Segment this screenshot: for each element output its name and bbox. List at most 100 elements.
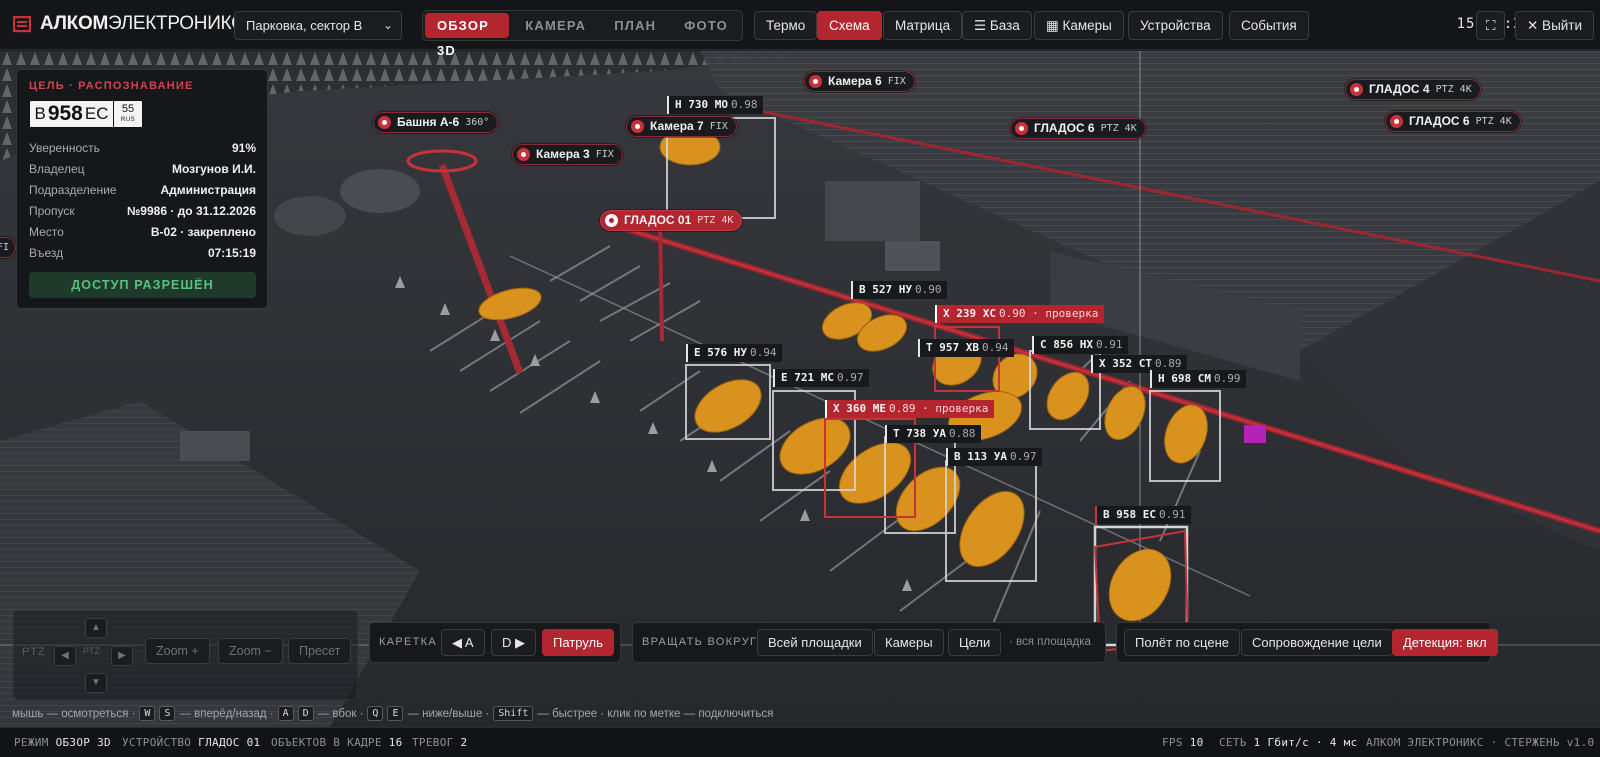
target-panel: ЦЕЛЬ · РАСПОЗНАВАНИЕ В 958 ЕС 55 RUS Уве… [16,69,268,309]
logo: АЛКОМЭЛЕКТРОНИКС [12,13,245,35]
status-mode: РЕЖИМ ОБЗОР 3D [14,736,111,749]
plate-tag[interactable]: С 856 НХ 0.91 [1032,336,1129,354]
mode-group: Полёт по сцене Сопровождение цели Детекц… [1116,622,1498,663]
target-panel-title: ЦЕЛЬ · РАСПОЗНАВАНИЕ [29,80,194,92]
tab-camera[interactable]: КАМЕРА [513,13,598,38]
camera-icon [1015,122,1028,135]
keyboard-hints: мышь — осмотреться · W S — вперёд/назад … [12,706,774,721]
key-w: W [139,706,156,721]
site-select[interactable]: Парковка, сектор B ⌄ [234,11,402,40]
orbit-targets-button[interactable]: Цели [948,629,1002,656]
detail-row: Подразделение Администрация [29,183,256,197]
detection-toggle[interactable]: Детекция: вкл [1392,629,1498,656]
camera-marker-camera-6[interactable]: Камера 6 FIX [804,71,915,92]
scheme-button[interactable]: Схема [817,11,882,40]
plate-tag[interactable]: Н 698 СМ 0.99 [1150,370,1247,388]
ptz-up-button[interactable]: ▲ [85,618,107,638]
cameras-button[interactable]: ▦ Камеры [1034,11,1124,40]
matrix-button[interactable]: Матрица [883,11,963,40]
plate-tag[interactable]: В 113 УА 0.97 [946,448,1043,466]
camera-marker-glados-6[interactable]: ГЛАДОС 6 PTZ 4K [1010,118,1146,139]
key-shift: Shift [493,706,534,721]
control-strip: PTZ ▲ ◀ PTZ ▶ ▼ Zoom + Zoom − Пресет КАР… [0,603,1600,703]
status-version: АЛКОМ ЭЛЕКТРОНИКС · СТЕРЖЕНЬ v1.0 [1366,736,1595,749]
plate-tag[interactable]: Е 721 МС 0.97 [773,369,870,387]
key-s: S [159,706,176,721]
plate-tag[interactable]: Е 576 НУ 0.94 [686,344,783,362]
brand-icon [12,14,32,34]
key-a: A [277,706,294,721]
plate-tag-alarm[interactable]: Х 360 МЕ 0.89 · проверка [825,400,995,418]
tab-overview-3d[interactable]: ОБЗОР 3D [425,13,510,58]
top-bar: АЛКОМЭЛЕКТРОНИКС Парковка, сектор B ⌄ ОБ… [0,0,1600,58]
camera-marker-camera-7[interactable]: Камера 7 FIX [626,116,737,137]
carriage-group: КАРЕТКА ◀ A D ▶ Патруль [369,622,621,663]
camera-marker-camera-3[interactable]: Камера 3 FIX [512,144,623,165]
events-button[interactable]: События [1229,11,1309,40]
patrol-button[interactable]: Патруль [542,629,614,656]
scene-flight-button[interactable]: Полёт по сцене [1124,629,1240,656]
camera-marker-glados-01[interactable]: ГЛАДОС 01 PTZ 4K [600,210,743,231]
status-fps: FPS 10 [1162,736,1204,749]
ptz-center-label: PTZ [83,646,100,656]
status-device: УСТРОЙСТВО ГЛАДОС 01 [122,736,261,749]
preset-button[interactable]: Пресет [288,638,352,664]
camera-icon [809,75,822,88]
ptz-panel: PTZ ▲ ◀ PTZ ▶ ▼ Zoom + Zoom − Пресет [13,610,358,700]
camera-icon [1350,83,1363,96]
zoom-in-button[interactable]: Zoom + [145,638,210,664]
camera-marker-glados-4[interactable]: ГЛАДОС 4 PTZ 4K [1345,79,1481,100]
orbit-all-button[interactable]: Всей площадки [757,629,873,656]
access-status-badge: ДОСТУП РАЗРЕШЁН [29,272,256,298]
detail-row: Место B-02 · закреплено [29,225,256,239]
thermo-button[interactable]: Термо [754,11,818,40]
ptz-right-button[interactable]: ▶ [111,646,133,666]
fullscreen-button[interactable]: ⛶ [1476,11,1506,40]
camera-icon [517,148,530,161]
ptz-down-button[interactable]: ▼ [85,673,107,693]
detail-row: Уверенность 91% [29,141,256,155]
orbit-group: ВРАЩАТЬ ВОКРУГ Всей площадки Камеры Цели… [632,622,1106,663]
plate-tag[interactable]: В 527 НУ 0.90 [851,281,948,299]
key-d: D [297,706,314,721]
plate-tag[interactable]: Т 957 ХВ 0.94 [918,339,1015,357]
carriage-label: КАРЕТКА [379,636,437,648]
devices-button[interactable]: Устройства [1128,11,1223,40]
brand-name: АЛКОМЭЛЕКТРОНИКС [40,13,245,34]
orbit-hint: · вся площадка [1009,636,1091,648]
camera-icon [378,116,391,129]
orbit-cameras-button[interactable]: Камеры [874,629,944,656]
camera-icon [1390,115,1403,128]
camera-icon [605,214,618,227]
plate-tag[interactable]: Т 738 УА 0.88 [885,425,982,443]
follow-target-button[interactable]: Сопровождение цели [1241,629,1393,656]
camera-marker-tower-a6[interactable]: Башня А-6 360° [373,112,499,133]
plate-tag[interactable]: Н 730 МО 0.98 [667,96,764,114]
detail-row: Владелец Мозгунов И.И. [29,162,256,176]
carriage-left-button[interactable]: ◀ A [441,629,485,656]
ptz-left-button[interactable]: ◀ [54,646,76,666]
license-plate: В 958 ЕС 55 RUS [29,100,143,128]
exit-button[interactable]: ✕ Выйти [1515,11,1595,40]
detail-row: Пропуск №9986 · до 31.12.2026 [29,204,256,218]
carriage-right-button[interactable]: D ▶ [491,629,536,656]
status-alarms: ТРЕВОГ 2 [412,736,468,749]
plate-tag-alarm[interactable]: Х 239 ХС 0.90 · проверка [935,305,1105,323]
ptz-label: PTZ [22,646,46,658]
view-tabs: ОБЗОР 3D КАМЕРА ПЛАН ФОТО [422,10,743,58]
base-button[interactable]: ☰ База [962,11,1032,40]
chevron-down-icon: ⌄ [382,18,393,32]
camera-marker-glados-6-b[interactable]: ГЛАДОС 6 PTZ 4K [1385,111,1521,132]
status-bar: РЕЖИМ ОБЗОР 3D УСТРОЙСТВО ГЛАДОС 01 ОБЪЕ… [0,727,1600,757]
tab-plan[interactable]: ПЛАН [602,13,668,38]
key-q: Q [367,706,384,721]
zoom-out-button[interactable]: Zoom − [218,638,283,664]
status-objects: ОБЪЕКТОВ В КАДРЕ 16 [271,736,403,749]
detail-row: Въезд 07:15:19 [29,246,256,260]
camera-icon [631,120,644,133]
target-details: Уверенность 91% Владелец Мозгунов И.И. Под… [29,138,256,264]
tab-photo[interactable]: ФОТО [672,13,740,38]
status-network: СЕТЬ 1 Гбит/с · 4 мс [1219,736,1358,749]
plate-tag-target[interactable]: В 958 ЕС 0.91 [1095,506,1192,524]
orbit-label: ВРАЩАТЬ ВОКРУГ [642,636,758,648]
